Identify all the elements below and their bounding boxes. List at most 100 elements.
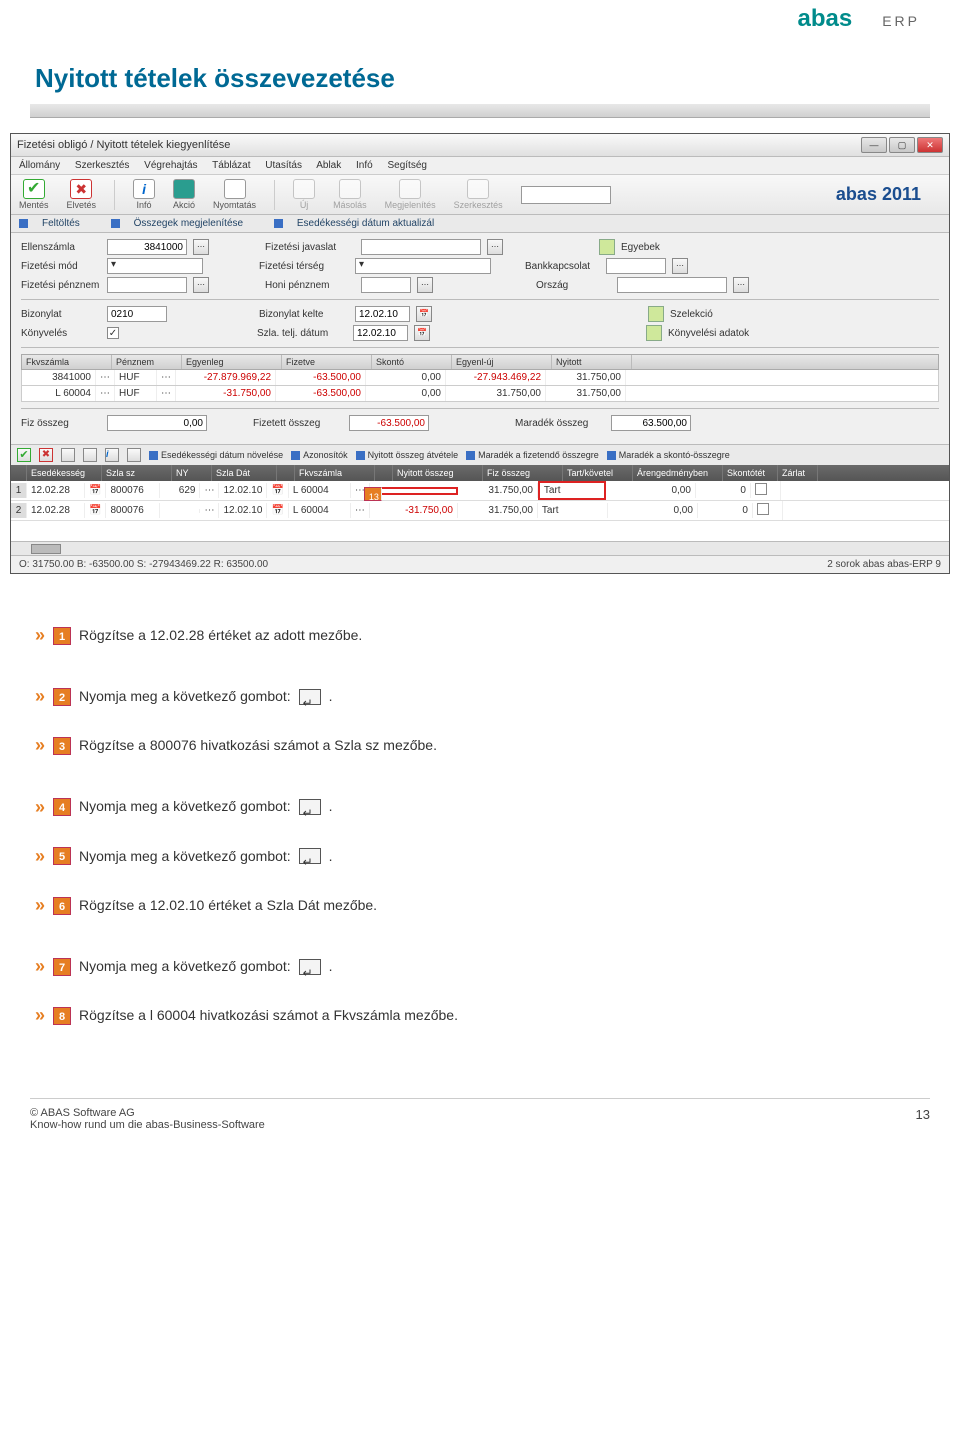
- tool-icon[interactable]: [83, 448, 97, 462]
- grid2-row[interactable]: 1 12.02.28📅 800076 629⋯ 12.02.10📅 L 6000…: [11, 481, 949, 501]
- instruction-text: Rögzítse a 800076 hivatkozási számot a S…: [79, 729, 437, 763]
- instruction-item: » 3 Rögzítse a 800076 hivatkozási számot…: [35, 724, 925, 767]
- menu-item[interactable]: Táblázat: [212, 160, 250, 171]
- menu-item[interactable]: Segítség: [387, 160, 426, 171]
- highlighted-cell[interactable]: 13: [370, 487, 458, 495]
- label: Fizetési pénznem: [21, 280, 101, 291]
- lookup-icon[interactable]: ⋯: [193, 239, 209, 255]
- page-title: Nyitott tételek összevezetése: [0, 33, 960, 104]
- konyvadat-button[interactable]: [646, 325, 662, 341]
- grid2-row[interactable]: 2 12.02.28📅 800076 ⋯ 12.02.10📅 L 60004⋯ …: [11, 501, 949, 521]
- show-button[interactable]: Megjelenítés: [385, 179, 436, 210]
- step-number: 2: [53, 688, 71, 706]
- edit-button[interactable]: Szerkesztés: [454, 179, 503, 210]
- menu-item[interactable]: Szerkesztés: [75, 160, 129, 171]
- suffix: .: [329, 680, 333, 714]
- bullet-icon: »: [35, 994, 45, 1037]
- fizosszeg-input[interactable]: [107, 415, 207, 431]
- menu-item[interactable]: Végrehajtás: [144, 160, 197, 171]
- suffix: .: [329, 950, 333, 984]
- fizmod-select[interactable]: ▾: [107, 258, 203, 274]
- status-left: O: 31750.00 B: -63500.00 S: -27943469.22…: [19, 559, 268, 570]
- new-button[interactable]: Új: [293, 179, 315, 210]
- table-toolbar: ✔ ✖ i Esedékességi dátum növelése Azonos…: [11, 444, 949, 465]
- tool-icon[interactable]: [127, 448, 141, 462]
- menu-item[interactable]: Ablak: [316, 160, 341, 171]
- orszag-input[interactable]: [617, 277, 727, 293]
- lookup-icon[interactable]: ⋯: [193, 277, 209, 293]
- status-right: 2 sorok abas abas-ERP 9: [827, 559, 941, 570]
- close-button[interactable]: ✕: [917, 137, 943, 153]
- menu-item[interactable]: Állomány: [19, 160, 60, 171]
- bizonylat-input[interactable]: [107, 306, 167, 322]
- checkbox[interactable]: [755, 483, 767, 495]
- label: Bizonylat kelte: [259, 309, 349, 320]
- step-number: 6: [53, 897, 71, 915]
- instruction-item: » 5 Nyomja meg a következő gombot: .: [35, 835, 925, 878]
- tool-icon[interactable]: [61, 448, 75, 462]
- link-item[interactable]: Összegek megjelenítése: [111, 218, 258, 229]
- szlatelj-input[interactable]: [353, 325, 408, 341]
- save-button[interactable]: ✔Mentés: [19, 179, 49, 210]
- bizkelte-input[interactable]: [355, 306, 410, 322]
- egyebek-button[interactable]: [599, 239, 615, 255]
- reject-icon[interactable]: ✖: [39, 448, 53, 462]
- window-title: Fizetési obligó / Nyitott tételek kiegye…: [17, 139, 230, 151]
- instruction-text: Rögzítse a l 60004 hivatkozási számot a …: [79, 999, 458, 1033]
- link-item[interactable]: Feltöltés: [19, 218, 94, 229]
- action-button[interactable]: Akció: [173, 179, 195, 210]
- ellenszamla-input[interactable]: [107, 239, 187, 255]
- copy-button[interactable]: Másolás: [333, 179, 367, 210]
- window-titlebar: Fizetési obligó / Nyitott tételek kiegye…: [11, 134, 949, 157]
- bank-input[interactable]: [606, 258, 666, 274]
- label: Egyebek: [621, 242, 660, 253]
- minimize-button[interactable]: —: [861, 137, 887, 153]
- instruction-text: Nyomja meg a következő gombot:: [79, 680, 291, 714]
- link-item[interactable]: Maradék a fizetendő összegre: [466, 450, 599, 460]
- grid1-row[interactable]: L 60004⋯ HUF⋯ -31.750,00 -63.500,00 0,00…: [21, 386, 939, 402]
- instruction-list: » 1 Rögzítse a 12.02.28 értéket az adott…: [35, 614, 925, 1038]
- fizterseg-select[interactable]: ▾: [355, 258, 491, 274]
- label: Fizetési mód: [21, 261, 101, 272]
- page-footer: © ABAS Software AG Know-how rund um die …: [0, 1107, 960, 1141]
- calendar-icon[interactable]: 📅: [416, 306, 432, 322]
- maximize-button[interactable]: ▢: [889, 137, 915, 153]
- brand-name: abas: [798, 5, 853, 32]
- page-number: 13: [916, 1107, 930, 1131]
- link-item[interactable]: Azonosítók: [291, 450, 348, 460]
- link-bar: Feltöltés Összegek megjelenítése Esedéke…: [11, 215, 949, 233]
- lookup-icon[interactable]: ⋯: [487, 239, 503, 255]
- lookup-icon[interactable]: ⋯: [672, 258, 688, 274]
- honipenz-input[interactable]: [361, 277, 411, 293]
- lookup-icon[interactable]: ⋯: [417, 277, 433, 293]
- step-number: 3: [53, 737, 71, 755]
- horizontal-scrollbar[interactable]: [11, 541, 949, 555]
- szelekcio-button[interactable]: [648, 306, 664, 322]
- suffix: .: [329, 840, 333, 874]
- info-icon[interactable]: i: [105, 448, 119, 462]
- step-badge: 13: [364, 487, 382, 501]
- discard-button[interactable]: ✖Elvetés: [67, 179, 97, 210]
- step-number: 4: [53, 798, 71, 816]
- lookup-icon[interactable]: ⋯: [733, 277, 749, 293]
- konyveles-checkbox[interactable]: ✓: [107, 327, 119, 339]
- maradek-display: [611, 415, 691, 431]
- print-button[interactable]: Nyomtatás: [213, 179, 256, 210]
- fizjav-input[interactable]: [361, 239, 481, 255]
- link-item[interactable]: Maradék a skontó-összegre: [607, 450, 730, 460]
- link-item[interactable]: Esedékességi dátum aktualizál: [274, 218, 448, 229]
- link-item[interactable]: Esedékességi dátum növelése: [149, 450, 283, 460]
- approve-icon[interactable]: ✔: [17, 448, 31, 462]
- calendar-icon[interactable]: 📅: [414, 325, 430, 341]
- instruction-text: Rögzítse a 12.02.28 értéket az adott mez…: [79, 619, 362, 653]
- fizpenz-input[interactable]: [107, 277, 187, 293]
- toolbar-search[interactable]: [521, 186, 611, 204]
- info-button[interactable]: iInfó: [133, 179, 155, 210]
- enter-key-icon: [299, 689, 321, 705]
- grid1-row[interactable]: 3841000⋯ HUF⋯ -27.879.969,22 -63.500,00 …: [21, 370, 939, 386]
- menu-item[interactable]: Utasítás: [265, 160, 302, 171]
- link-item[interactable]: Nyitott összeg átvétele: [356, 450, 459, 460]
- bullet-icon: »: [35, 835, 45, 878]
- menu-item[interactable]: Infó: [356, 160, 373, 171]
- checkbox[interactable]: [757, 503, 769, 515]
